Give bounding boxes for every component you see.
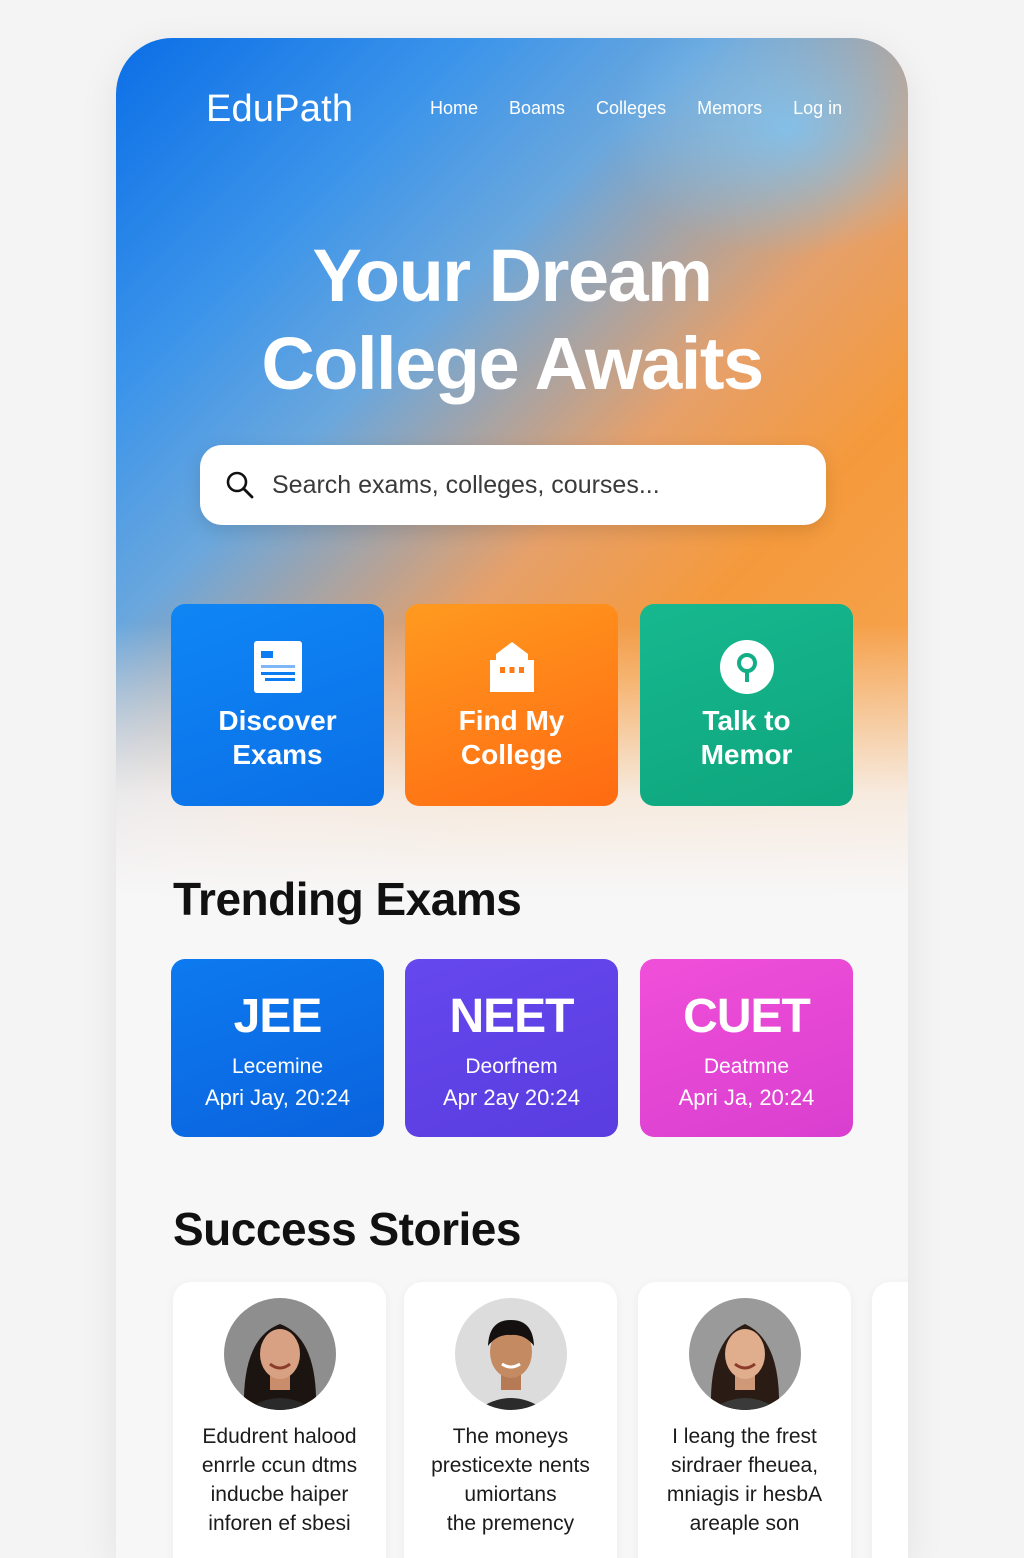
nav-link-exams[interactable]: Boams <box>509 98 565 119</box>
find-my-college-button[interactable]: Find My College <box>405 604 618 806</box>
avatar <box>454 1298 567 1410</box>
story-line: enrrle ccun dtms <box>201 1454 358 1477</box>
exam-subtitle: Deorfnem <box>465 1055 558 1078</box>
story-card[interactable]: I leang the frest sirdraer fheuea, mniag… <box>638 1282 851 1558</box>
nav-link-colleges[interactable]: Colleges <box>596 98 666 119</box>
exam-card-jee[interactable]: JEE Lecemine Apri Jay, 20:24 <box>171 959 384 1137</box>
story-line: the premency <box>446 1512 575 1535</box>
headline-line-1: Your Dream <box>312 234 713 317</box>
nav-links: Home Boams Colleges Memors Log in <box>430 98 873 119</box>
exam-name: CUET <box>683 990 811 1043</box>
action-label-line2: Memor <box>700 739 793 770</box>
exam-date: Apri Ja, 20:24 <box>678 1085 815 1110</box>
app-screen: EduPath Home Boams Colleges Memors Log i… <box>116 38 908 1558</box>
nav-link-home[interactable]: Home <box>430 98 478 119</box>
search-bar[interactable] <box>200 445 826 525</box>
exam-name: NEET <box>449 990 574 1043</box>
exam-card-cuet[interactable]: CUET Deatmne Apri Ja, 20:24 <box>640 959 853 1137</box>
story-card[interactable]: The moneys presticexte nents umiortans t… <box>404 1282 617 1558</box>
action-label-line1: Discover <box>218 705 337 736</box>
hero-glow <box>608 38 908 258</box>
action-label-line1: Find My <box>458 705 565 736</box>
action-label-line2: Exams <box>232 739 323 770</box>
action-label-line2: College <box>460 739 563 770</box>
story-text: Edudrent halood enrrle ccun dtms inducbe… <box>183 1422 376 1538</box>
exam-subtitle: Lecemine <box>231 1055 324 1078</box>
brand-logo[interactable]: EduPath <box>206 88 353 131</box>
document-icon <box>253 641 302 693</box>
building-icon <box>489 642 534 692</box>
top-nav: EduPath Home Boams Colleges Memors Log i… <box>116 82 908 138</box>
story-line: inducbe haiper <box>210 1483 349 1506</box>
search-icon <box>226 471 254 499</box>
story-card[interactable]: Edudrent halood enrrle ccun dtms inducbe… <box>173 1282 386 1558</box>
location-pin-icon <box>719 640 774 694</box>
story-line: sirdraer fheuea, <box>670 1454 819 1477</box>
story-card-partial[interactable] <box>872 1282 908 1558</box>
action-label-line1: Talk to <box>702 705 791 736</box>
story-line: mniagis ir hesbA <box>666 1483 823 1506</box>
hero-headline: Your Dream College Awaits <box>116 232 908 408</box>
trending-exams-title: Trending Exams <box>173 873 522 925</box>
story-line: umiortans <box>464 1483 557 1506</box>
avatar <box>688 1298 801 1410</box>
story-line: areaple son <box>689 1512 800 1535</box>
exam-date: Apri Jay, 20:24 <box>204 1085 351 1110</box>
story-text: I leang the frest sirdraer fheuea, mniag… <box>648 1422 841 1538</box>
story-text: The moneys presticexte nents umiortans t… <box>414 1422 607 1538</box>
avatar <box>223 1298 336 1410</box>
search-input[interactable] <box>272 465 802 505</box>
exam-date: Apr 2ay 20:24 <box>443 1085 580 1110</box>
discover-exams-button[interactable]: Discover Exams <box>171 604 384 806</box>
exam-subtitle: Deatmne <box>703 1055 790 1078</box>
story-line: presticexte nents <box>431 1454 590 1477</box>
headline-line-2: College Awaits <box>261 322 764 405</box>
nav-link-mentors[interactable]: Memors <box>697 98 762 119</box>
success-stories-title: Success Stories <box>173 1203 521 1255</box>
exam-name: JEE <box>233 990 323 1043</box>
story-line: The moneys <box>452 1425 569 1448</box>
story-line: I leang the frest <box>672 1425 817 1448</box>
story-line: Edudrent halood <box>202 1425 357 1448</box>
exam-card-neet[interactable]: NEET Deorfnem Apr 2ay 20:24 <box>405 959 618 1137</box>
talk-to-mentor-button[interactable]: Talk to Memor <box>640 604 853 806</box>
story-line: inforen ef sbesi <box>208 1512 351 1535</box>
nav-link-login[interactable]: Log in <box>793 98 842 119</box>
